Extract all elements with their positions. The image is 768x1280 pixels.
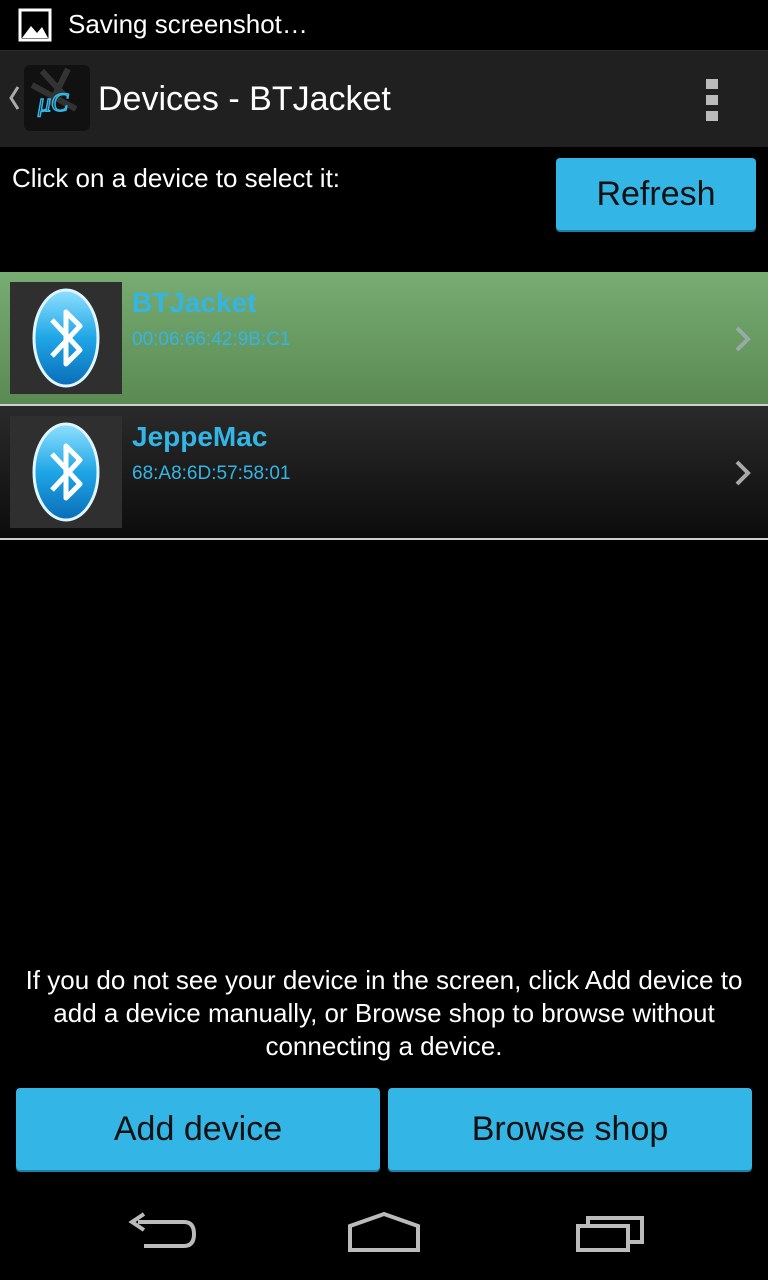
- recents-icon[interactable]: [572, 1208, 648, 1256]
- up-caret-icon[interactable]: [6, 83, 22, 113]
- chevron-right-icon: [735, 326, 751, 352]
- home-icon[interactable]: [344, 1208, 424, 1256]
- add-device-button[interactable]: Add device: [16, 1088, 380, 1170]
- device-thumbnail: [10, 416, 122, 528]
- select-device-prompt: Click on a device to select it:: [12, 163, 341, 193]
- image-icon: [18, 8, 52, 42]
- app-logo-text: μC: [37, 88, 69, 117]
- device-address: 68:A8:6D:57:58:01: [132, 463, 291, 484]
- navigation-bar: [0, 1180, 768, 1280]
- device-address: 00:06:66:42:9B:C1: [132, 329, 291, 350]
- chevron-right-icon: [735, 460, 751, 486]
- device-thumbnail: [10, 282, 122, 394]
- browse-shop-button[interactable]: Browse shop: [388, 1088, 752, 1170]
- app-logo[interactable]: μC: [24, 65, 90, 131]
- page-title: Devices - BTJacket: [98, 80, 391, 118]
- overflow-menu-icon[interactable]: [694, 75, 730, 125]
- device-name: JeppeMac: [132, 421, 268, 452]
- device-row-jeppemac[interactable]: JeppeMac 68:A8:6D:57:58:01: [0, 406, 768, 540]
- bluetooth-icon: [32, 422, 100, 522]
- refresh-button[interactable]: Refresh: [556, 158, 756, 230]
- status-bar: Saving screenshot…: [0, 0, 768, 50]
- help-text: If you do not see your device in the scr…: [25, 965, 743, 1061]
- device-row-btjacket[interactable]: BTJacket 00:06:66:42:9B:C1: [0, 272, 768, 406]
- status-notification-text: Saving screenshot…: [68, 9, 308, 39]
- bluetooth-icon: [32, 288, 100, 388]
- back-icon[interactable]: [124, 1208, 196, 1256]
- action-bar: μC Devices - BTJacket: [0, 50, 768, 147]
- device-name: BTJacket: [132, 287, 257, 318]
